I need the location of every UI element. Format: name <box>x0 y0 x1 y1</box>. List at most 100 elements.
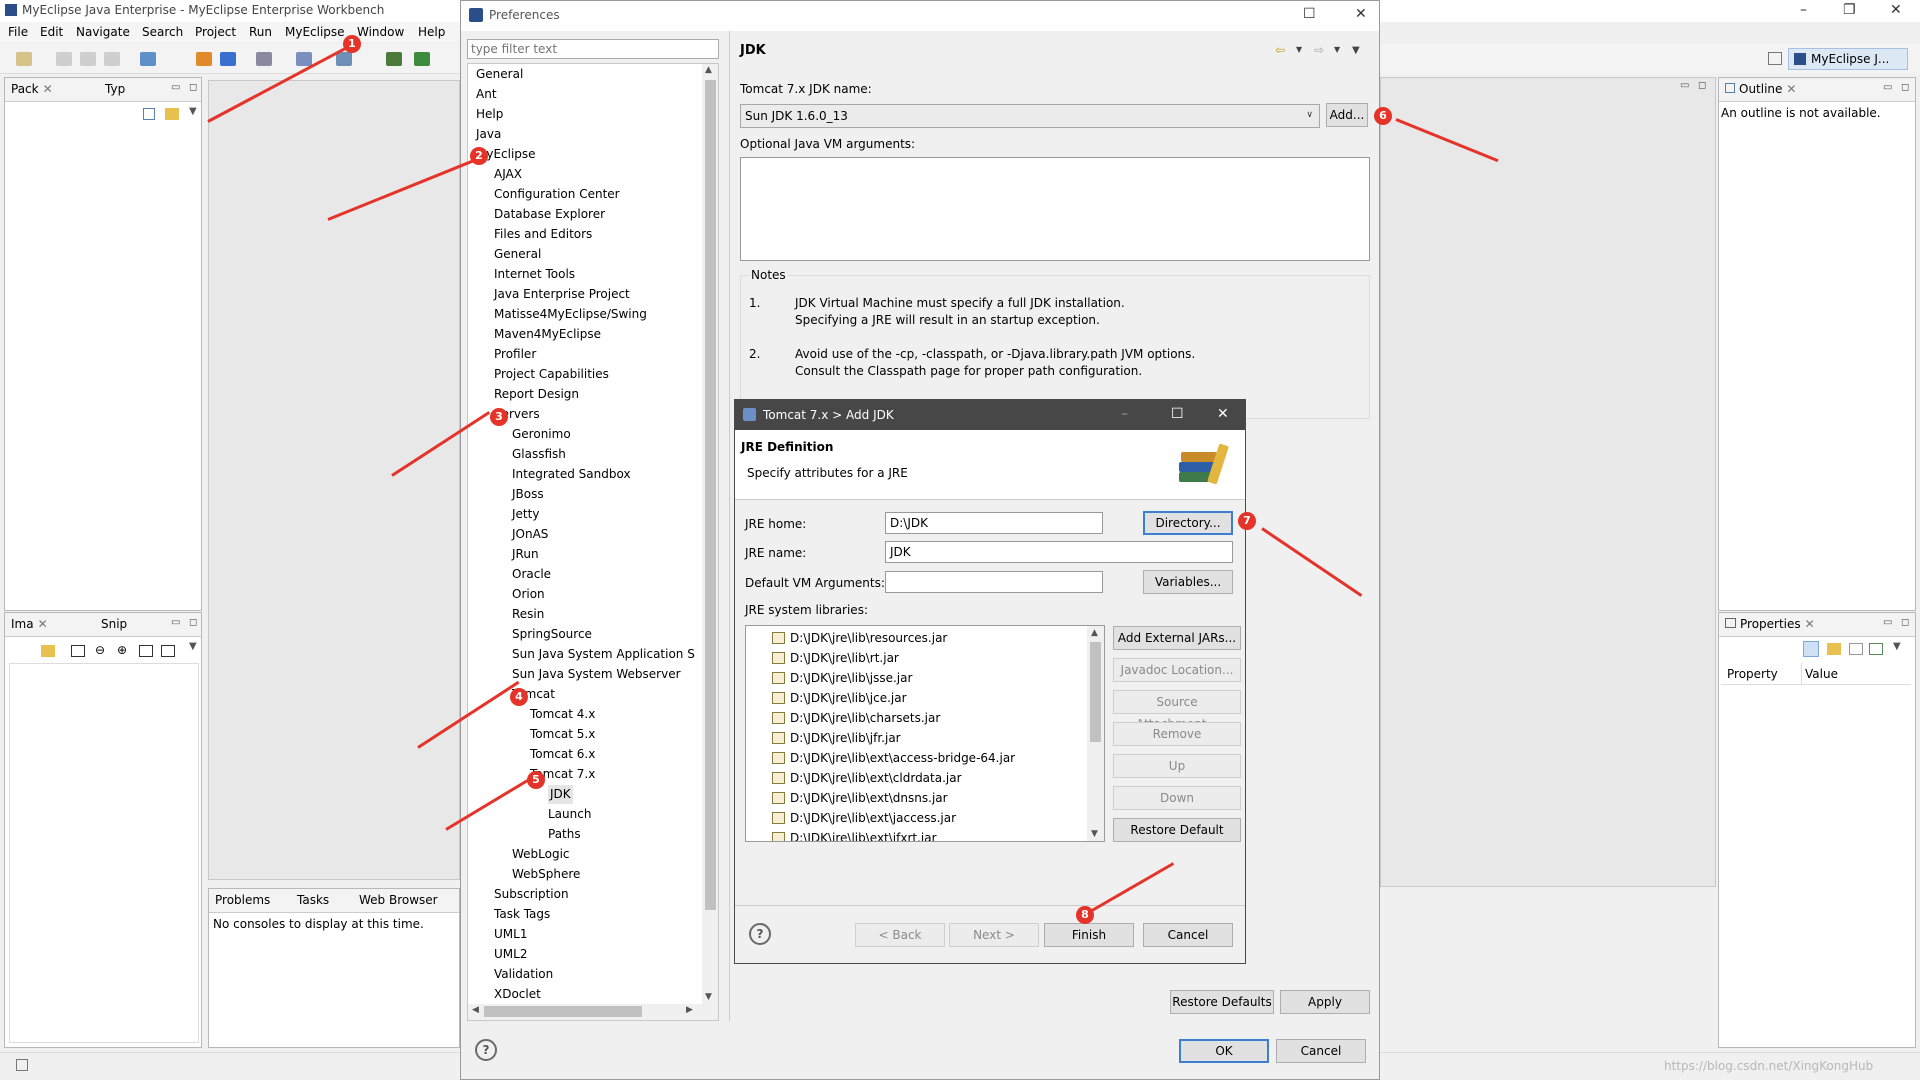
menu-project[interactable]: Project <box>195 25 236 39</box>
tree-node[interactable]: Sun Java System Webserver <box>512 665 681 684</box>
help-icon[interactable]: ? <box>475 1039 497 1061</box>
tree-node[interactable]: Configuration Center <box>494 185 620 204</box>
library-item[interactable]: D:\JDK\jre\lib\ext\dnsns.jar <box>772 788 948 808</box>
next-button[interactable]: Next > <box>949 923 1039 947</box>
tab-web-browser[interactable]: Web Browser <box>359 893 438 907</box>
tree-node[interactable]: Java <box>476 125 501 144</box>
close-tab-icon[interactable]: ✕ <box>43 82 53 96</box>
jdk-name-select[interactable]: Sun JDK 1.6.0_13 ∨ <box>740 104 1320 128</box>
tree-node[interactable]: Oracle <box>512 565 551 584</box>
tree-node[interactable]: Matisse4MyEclipse/Swing <box>494 305 647 324</box>
javadoc-location-button[interactable]: Javadoc Location... <box>1113 658 1241 682</box>
tree-node[interactable]: Maven4MyEclipse <box>494 325 601 344</box>
directory-button[interactable]: Directory... <box>1143 511 1233 535</box>
close-icon[interactable]: ✕ <box>1890 2 1902 18</box>
minimize-view-icon[interactable]: ▭ <box>171 617 180 628</box>
menu-run[interactable]: Run <box>249 25 272 39</box>
maximize-view-icon[interactable]: ◻ <box>1901 617 1909 628</box>
jre-home-input[interactable]: D:\JDK <box>885 512 1103 534</box>
open-perspective-icon[interactable] <box>1768 52 1782 65</box>
tree-node[interactable]: Files and Editors <box>494 225 592 244</box>
tree-vertical-scrollbar[interactable]: ▲ ▼ <box>702 64 718 1020</box>
minimize-icon[interactable]: – <box>1121 406 1128 422</box>
tree-node[interactable]: Launch <box>548 805 591 824</box>
minimize-view-icon[interactable]: ▭ <box>1883 82 1892 93</box>
zoom-in-icon[interactable]: ⊕ <box>117 643 127 657</box>
tab-pack[interactable]: Pack ✕ <box>11 82 53 96</box>
filter-input[interactable] <box>467 39 719 59</box>
add-external-jars-button[interactable]: Add External JARs... <box>1113 626 1241 650</box>
remove-button[interactable]: Remove <box>1113 722 1241 746</box>
library-item[interactable]: D:\JDK\jre\lib\jce.jar <box>772 688 907 708</box>
back-button[interactable]: < Back <box>855 923 945 947</box>
tab-problems[interactable]: Problems <box>215 893 270 907</box>
minimize-icon[interactable]: – <box>1800 2 1807 18</box>
perspective-myeclipse-button[interactable]: MyEclipse J... <box>1788 48 1908 70</box>
tree-node[interactable]: Tomcat 6.x <box>530 745 595 764</box>
tree-node[interactable]: WebLogic <box>512 845 570 864</box>
scroll-down-icon[interactable]: ▼ <box>1091 829 1098 839</box>
variables-button[interactable]: Variables... <box>1143 570 1233 594</box>
actual-size-icon[interactable] <box>139 645 153 657</box>
ok-button[interactable]: OK <box>1179 1039 1269 1063</box>
tree-node[interactable]: Sun Java System Application S <box>512 645 695 664</box>
close-tab-icon[interactable]: ✕ <box>1805 617 1815 631</box>
maximize-icon[interactable]: ☐ <box>1303 6 1316 22</box>
scroll-up-icon[interactable]: ▲ <box>1091 628 1098 638</box>
tree-node[interactable]: Subscription <box>494 885 569 904</box>
restore-icon[interactable]: ❐ <box>1843 2 1856 18</box>
minimize-view-icon[interactable]: ▭ <box>171 82 180 93</box>
tab-outline[interactable]: Outline ✕ <box>1725 82 1796 96</box>
tree-node[interactable]: JRun <box>512 545 539 564</box>
link-editor-icon[interactable] <box>165 108 179 120</box>
back-menu-icon[interactable]: ▼ <box>1296 45 1302 54</box>
tree-horizontal-scrollbar[interactable]: ◀ ▶ <box>468 1004 718 1020</box>
up-button[interactable]: Up <box>1113 754 1241 778</box>
tree-node[interactable]: Internet Tools <box>494 265 575 284</box>
tree-node[interactable]: Integrated Sandbox <box>512 465 631 484</box>
library-item[interactable]: D:\JDK\jre\lib\charsets.jar <box>772 708 940 728</box>
browser-icon[interactable] <box>336 52 352 66</box>
library-item[interactable]: D:\JDK\jre\lib\ext\access-bridge-64.jar <box>772 748 1015 768</box>
tree-node[interactable]: Profiler <box>494 345 536 364</box>
show-advanced-icon[interactable] <box>1827 643 1841 655</box>
show-categories-icon[interactable] <box>1803 641 1819 657</box>
apply-button[interactable]: Apply <box>1280 990 1370 1014</box>
libs-scrollbar[interactable]: ▲ ▼ <box>1087 626 1104 841</box>
pin-icon[interactable] <box>1869 643 1883 655</box>
menu-edit[interactable]: Edit <box>40 25 63 39</box>
down-button[interactable]: Down <box>1113 786 1241 810</box>
zoom-out-icon[interactable]: ⊖ <box>95 643 105 657</box>
tab-tasks[interactable]: Tasks <box>297 893 329 907</box>
minimize-view-icon[interactable]: ▭ <box>1883 617 1892 628</box>
tree-node[interactable]: JDK <box>548 785 573 804</box>
view-menu-icon[interactable]: ▼ <box>1893 641 1901 652</box>
tree-node[interactable]: UML1 <box>494 925 527 944</box>
tree-node[interactable]: Ant <box>476 85 497 104</box>
forward-menu-icon[interactable]: ▼ <box>1334 45 1340 54</box>
library-item[interactable]: D:\JDK\jre\lib\jsse.jar <box>772 668 912 688</box>
maximize-editor-icon[interactable]: ◻ <box>1698 80 1706 91</box>
tab-snip[interactable]: Snip <box>101 617 127 631</box>
tree-node[interactable]: Paths <box>548 825 581 844</box>
menu-window[interactable]: Window <box>357 25 404 39</box>
page-menu-icon[interactable]: ▼ <box>1352 45 1360 56</box>
library-item[interactable]: D:\JDK\jre\lib\jfr.jar <box>772 728 901 748</box>
library-item[interactable]: D:\JDK\jre\lib\ext\jaccess.jar <box>772 808 956 828</box>
restore-default-button[interactable]: Restore Default <box>1113 818 1241 842</box>
tree-node[interactable]: General <box>494 245 541 264</box>
scroll-thumb[interactable] <box>484 1006 642 1017</box>
fast-view-icon[interactable] <box>16 1059 28 1071</box>
tree-node[interactable]: XDoclet <box>494 985 541 1004</box>
add-jdk-button[interactable]: Add... <box>1326 103 1368 127</box>
vm-args-input[interactable] <box>885 571 1103 593</box>
run-server-icon[interactable] <box>296 52 312 66</box>
jre-name-input[interactable]: JDK <box>885 541 1233 563</box>
cancel-button[interactable]: Cancel <box>1143 923 1233 947</box>
tree-node[interactable]: Jetty <box>512 505 539 524</box>
package-icon[interactable] <box>196 52 212 66</box>
close-tab-icon[interactable]: ✕ <box>38 617 48 631</box>
menu-navigate[interactable]: Navigate <box>76 25 130 39</box>
view-menu-icon[interactable]: ▼ <box>189 106 197 117</box>
tree-node[interactable]: Validation <box>494 965 553 984</box>
